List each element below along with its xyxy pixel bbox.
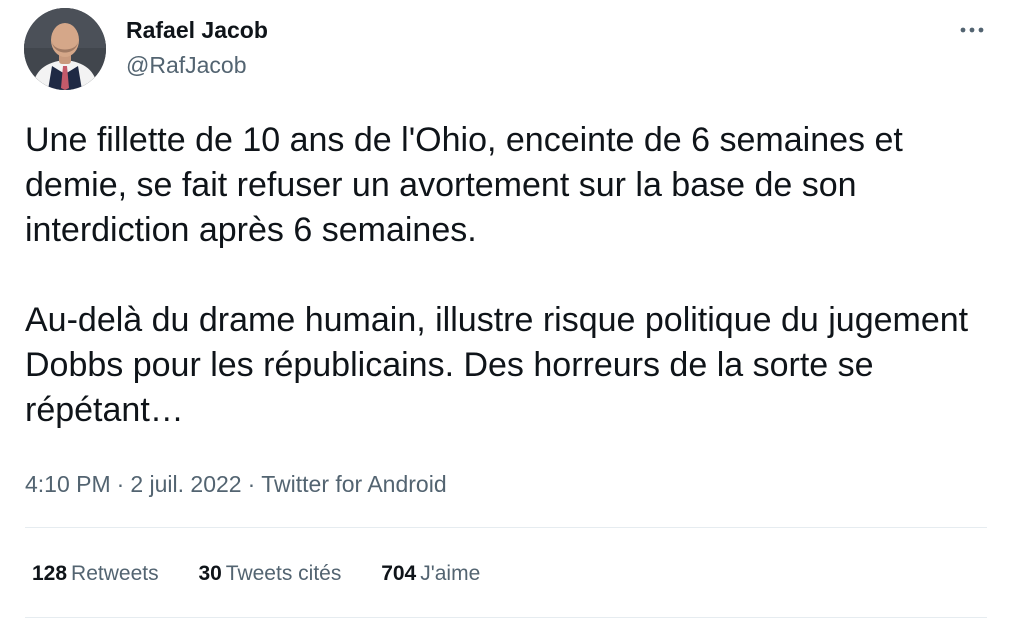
tweet-paragraph: Une fillette de 10 ans de l'Ohio, encein…: [25, 121, 903, 249]
divider: [25, 527, 987, 528]
author-display-name[interactable]: Rafael Jacob: [126, 16, 268, 44]
more-options-button[interactable]: [952, 16, 992, 44]
tweet-text: Une fillette de 10 ans de l'Ohio, encein…: [25, 118, 1000, 433]
user-avatar-icon: [24, 8, 106, 90]
author-info[interactable]: Rafael Jacob @RafJacob: [126, 16, 268, 79]
engagement-stats: 128 Retweets 30 Tweets cités 704 J'aime: [32, 560, 514, 588]
tweet-date[interactable]: 2 juil. 2022: [130, 471, 241, 497]
quote-tweets-count: 30: [198, 562, 222, 585]
quote-tweets-label: Tweets cités: [225, 562, 342, 585]
meta-separator: ·: [116, 471, 125, 497]
more-horizontal-icon: [960, 27, 984, 33]
likes-label: J'aime: [420, 562, 481, 585]
author-handle[interactable]: @RafJacob: [126, 51, 268, 79]
tweet-meta: 4:10 PM · 2 juil. 2022 · Twitter for Android: [25, 470, 447, 498]
tweet-card: Rafael Jacob @RafJacob Une fillette de 1…: [0, 0, 1032, 626]
likes-count: 704: [381, 562, 417, 585]
meta-separator: ·: [247, 471, 256, 497]
likes-stat[interactable]: 704 J'aime: [381, 560, 480, 588]
tweet-paragraph: Au-delà du drame humain, illustre risque…: [25, 301, 969, 429]
retweets-label: Retweets: [71, 562, 159, 585]
quote-tweets-stat[interactable]: 30 Tweets cités: [198, 560, 341, 588]
divider: [25, 617, 987, 618]
avatar[interactable]: [24, 8, 106, 90]
tweet-time[interactable]: 4:10 PM: [25, 471, 111, 497]
tweet-source[interactable]: Twitter for Android: [261, 471, 446, 497]
retweets-stat[interactable]: 128 Retweets: [32, 560, 159, 588]
retweets-count: 128: [32, 562, 68, 585]
